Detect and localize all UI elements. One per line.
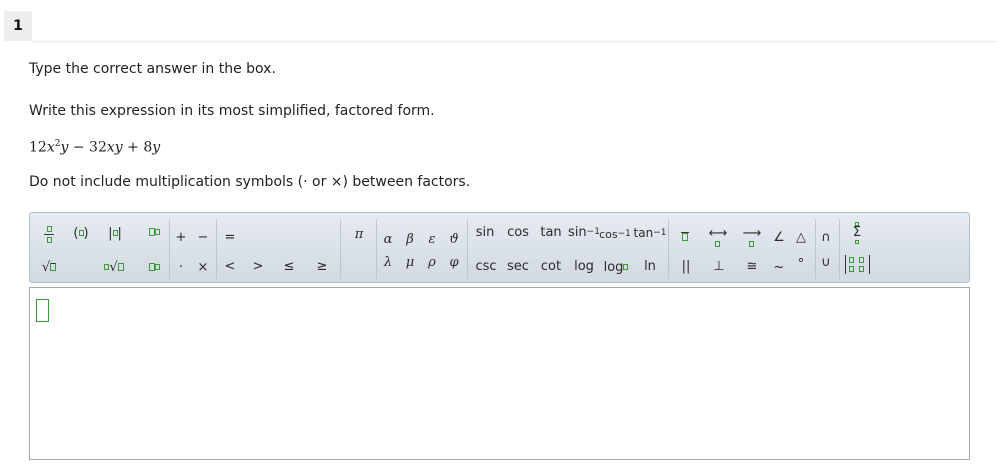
answer-input-area[interactable] bbox=[29, 287, 970, 460]
subscript-button[interactable] bbox=[146, 257, 162, 277]
greater-than-button[interactable]: > bbox=[249, 257, 267, 275]
alpha-button[interactable]: α bbox=[379, 230, 397, 248]
arccos-label: cos bbox=[599, 227, 618, 241]
beta-button[interactable]: β bbox=[401, 230, 419, 248]
csc-button[interactable]: csc bbox=[473, 257, 499, 275]
expr-var: x bbox=[46, 139, 55, 156]
ray-button[interactable]: ⟶ bbox=[740, 223, 764, 249]
matrix-button[interactable] bbox=[843, 250, 871, 278]
arcsin-exp: −1 bbox=[586, 227, 600, 237]
expression: 12x2y − 32xy + 8y bbox=[29, 139, 160, 156]
arctan-exp: −1 bbox=[653, 228, 667, 238]
perpendicular-button[interactable]: ⊥ bbox=[710, 257, 728, 275]
sqrt-icon: √ bbox=[41, 259, 51, 275]
parentheses-button[interactable]: () bbox=[70, 223, 92, 243]
question-number: 1 bbox=[4, 11, 32, 41]
arctan-button[interactable]: tan −1 bbox=[633, 224, 667, 242]
sigma-icon: Σ bbox=[852, 225, 862, 240]
cot-button[interactable]: cot bbox=[538, 257, 564, 275]
theta-button[interactable]: ϑ bbox=[445, 230, 463, 248]
expr-var: xy bbox=[106, 139, 123, 156]
arcsin-button[interactable]: sin −1 bbox=[568, 223, 600, 241]
arctan-label: tan bbox=[633, 226, 654, 240]
arccos-button[interactable]: cos −1 bbox=[599, 225, 631, 243]
absolute-value-button[interactable]: | | bbox=[104, 223, 126, 243]
exponent-button[interactable] bbox=[146, 222, 162, 242]
header-divider bbox=[32, 41, 998, 42]
times-button[interactable]: × bbox=[194, 258, 212, 276]
mu-button[interactable]: μ bbox=[401, 253, 419, 271]
summation-button[interactable]: Σ bbox=[848, 219, 866, 247]
instruction-text: Type the correct answer in the box. bbox=[29, 61, 276, 77]
expr-var: y bbox=[152, 139, 161, 156]
line-button[interactable]: ⟷ bbox=[706, 223, 730, 249]
degree-button[interactable]: ° bbox=[792, 255, 810, 273]
expr-coef: 8 bbox=[143, 139, 153, 156]
note-text: Do not include multiplication symbols (·… bbox=[29, 174, 471, 190]
greater-equal-button[interactable]: ≥ bbox=[313, 257, 331, 275]
nth-root-button[interactable]: √ bbox=[102, 256, 126, 278]
less-than-button[interactable]: < bbox=[221, 257, 239, 275]
intersection-button[interactable]: ∩ bbox=[817, 228, 835, 246]
union-button[interactable]: ∪ bbox=[817, 253, 835, 271]
fraction-button[interactable] bbox=[40, 223, 58, 245]
rho-button[interactable]: ρ bbox=[423, 253, 441, 271]
phi-button[interactable]: φ bbox=[445, 253, 463, 271]
cos-button[interactable]: cos bbox=[505, 223, 531, 241]
plus-button[interactable]: + bbox=[172, 228, 190, 246]
math-toolbar: () | | √ √ + − · × = < > ≤ ≥ π α β ε ϑ λ … bbox=[29, 212, 970, 283]
epsilon-button[interactable]: ε bbox=[423, 230, 441, 248]
expr-operator: − bbox=[68, 139, 90, 156]
ln-button[interactable]: ln bbox=[641, 257, 659, 275]
line-arrow-icon: ⟷ bbox=[708, 225, 728, 241]
triangle-button[interactable]: △ bbox=[792, 228, 810, 246]
equals-button[interactable]: = bbox=[221, 228, 239, 246]
logb-label: log bbox=[603, 259, 624, 275]
angle-button[interactable]: ∠ bbox=[770, 228, 788, 246]
sqrt-button[interactable]: √ bbox=[38, 256, 60, 278]
congruent-button[interactable]: ≅ bbox=[743, 257, 761, 275]
ray-arrow-icon: ⟶ bbox=[742, 225, 762, 241]
sin-button[interactable]: sin bbox=[473, 223, 497, 241]
dot-button[interactable]: · bbox=[172, 258, 190, 276]
lambda-button[interactable]: λ bbox=[379, 253, 397, 271]
prompt-text: Write this expression in its most simpli… bbox=[29, 103, 435, 119]
less-equal-button[interactable]: ≤ bbox=[280, 257, 298, 275]
similar-button[interactable]: ~ bbox=[770, 258, 788, 276]
log-button[interactable]: log bbox=[571, 257, 597, 275]
answer-placeholder-box[interactable] bbox=[36, 299, 49, 322]
tan-button[interactable]: tan bbox=[538, 223, 564, 241]
expr-operator: + bbox=[122, 139, 144, 156]
sec-button[interactable]: sec bbox=[505, 257, 531, 275]
expr-coef: 12 bbox=[29, 139, 47, 156]
expr-coef: 32 bbox=[89, 139, 107, 156]
arccos-exp: −1 bbox=[617, 229, 631, 239]
log-base-button[interactable]: log bbox=[602, 257, 630, 277]
arcsin-label: sin bbox=[568, 224, 587, 240]
parallel-button[interactable]: || bbox=[677, 257, 695, 275]
minus-button[interactable]: − bbox=[194, 228, 212, 246]
overline-button[interactable] bbox=[678, 226, 692, 246]
nthroot-icon: √ bbox=[109, 259, 118, 275]
pi-button[interactable]: π bbox=[350, 225, 368, 243]
